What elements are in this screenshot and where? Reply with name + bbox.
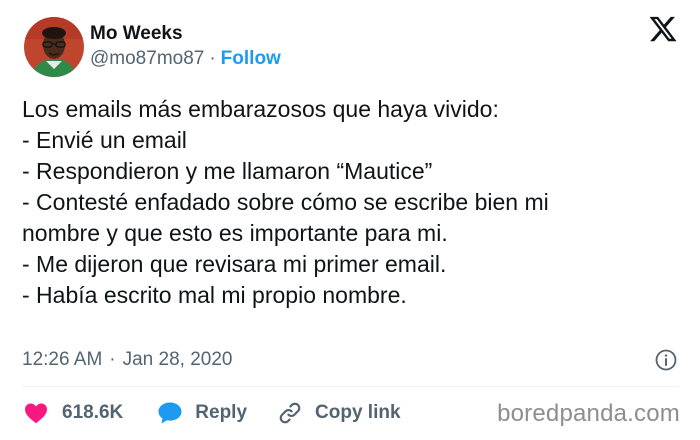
x-logo-icon[interactable] (648, 14, 678, 44)
user-handle[interactable]: @mo87mo87 (90, 48, 204, 69)
tweet-date[interactable]: Jan 28, 2020 (123, 349, 233, 371)
display-name[interactable]: Mo Weeks (90, 22, 281, 46)
speech-bubble-icon (158, 402, 182, 424)
tweet-line: Los emails más embarazosos que haya vivi… (22, 96, 499, 122)
tweet-line: - Envié un email (22, 127, 187, 153)
tweet-line: nombre y que esto es importante para mi. (22, 220, 448, 246)
user-info: Mo Weeks @mo87mo87 · Follow (90, 22, 281, 72)
handle-row: @mo87mo87 · Follow (90, 46, 281, 72)
handle-separator: · (209, 48, 216, 69)
action-bar: 618.6K Reply Copy link (24, 397, 401, 429)
divider (22, 386, 678, 387)
tweet-time[interactable]: 12:26 AM (22, 349, 102, 371)
link-icon (279, 402, 301, 424)
tweet-line: - Contesté enfadado sobre cómo se escrib… (22, 189, 549, 215)
reply-button[interactable]: Reply (157, 401, 247, 425)
tweet-line: - Había escrito mal mi propio nombre. (22, 282, 407, 308)
tweet-line: - Me dijeron que revisara mi primer emai… (22, 251, 447, 277)
like-count: 618.6K (62, 402, 124, 423)
like-button[interactable]: 618.6K (24, 402, 123, 424)
meta-separator: · (109, 349, 116, 370)
reply-label: Reply (195, 402, 248, 423)
avatar[interactable] (24, 17, 84, 77)
info-icon[interactable] (654, 348, 678, 372)
tweet-meta: 12:26 AM · Jan 28, 2020 (22, 346, 678, 374)
tweet-line: - Respondieron y me llamaron “Mautice” (22, 158, 433, 184)
heart-icon (25, 403, 47, 424)
follow-button[interactable]: Follow (221, 48, 281, 69)
tweet-text: Los emails más embarazosos que haya vivi… (22, 94, 678, 311)
copy-link-label: Copy link (315, 402, 401, 423)
watermark: boredpanda.com (497, 400, 680, 427)
copy-link-button[interactable]: Copy link (277, 400, 401, 426)
tweet-header: Mo Weeks @mo87mo87 · Follow (24, 16, 682, 78)
tweet-card: Mo Weeks @mo87mo87 · Follow Los emails más… (0, 0, 700, 440)
